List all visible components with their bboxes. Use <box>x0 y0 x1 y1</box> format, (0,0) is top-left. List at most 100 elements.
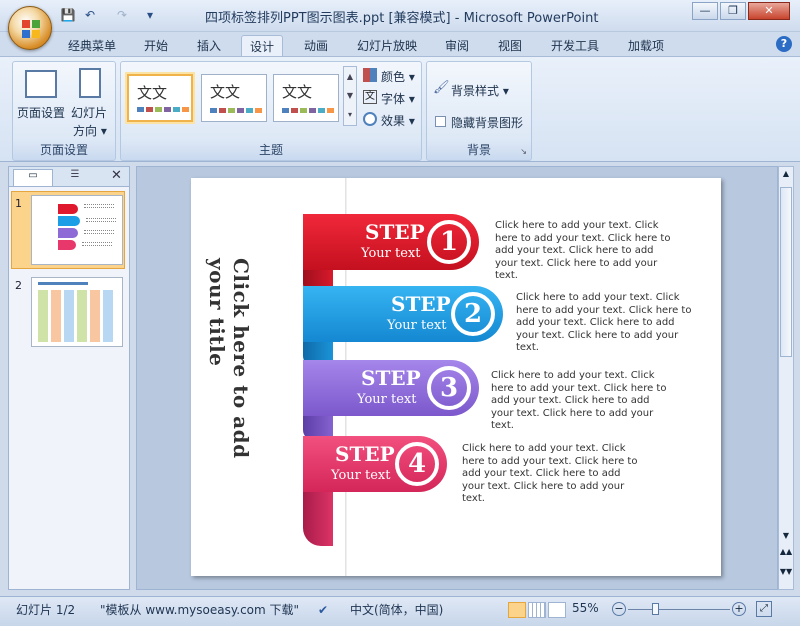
page-setup-button[interactable]: 页面设置 <box>17 104 65 121</box>
theme-color-bars <box>210 108 262 113</box>
tab-insert[interactable]: 插入 <box>189 35 229 56</box>
office-button[interactable] <box>8 6 52 50</box>
step-1-tab[interactable]: STEP Your text 1 <box>303 214 479 270</box>
fonts-icon: 文 <box>363 90 377 104</box>
zoom-slider-track[interactable] <box>628 609 730 610</box>
page-setup-group: 页面设置 幻灯片 方向 ▾ 页面设置 <box>12 61 116 161</box>
step-4-subtitle: Your text <box>331 468 391 483</box>
office-logo-icon <box>22 20 40 38</box>
theme-thumb-office[interactable]: 文文 <box>127 74 193 122</box>
slide-canvas[interactable]: Click here to add your title STEP Your t… <box>191 178 721 576</box>
redo-icon[interactable]: ↷ <box>114 7 130 23</box>
theme-thumb-label: 文文 <box>137 84 168 102</box>
minimize-button[interactable]: — <box>692 2 718 20</box>
theme-thumb-label: 文文 <box>282 83 313 101</box>
dialog-launcher-icon[interactable]: ↘ <box>520 147 527 156</box>
slide-counter: 幻灯片 1/2 <box>16 603 76 617</box>
step-2-label: STEP <box>391 292 451 316</box>
tab-slideshow[interactable]: 幻灯片放映 <box>349 35 425 56</box>
theme-colors-button[interactable]: 颜色 ▾ <box>381 68 415 85</box>
tab-developer[interactable]: 开发工具 <box>543 35 607 56</box>
zoom-slider-thumb[interactable] <box>652 603 659 615</box>
step-2-text[interactable]: Click here to add your text. Click here … <box>516 292 696 355</box>
page-setup-icon <box>25 70 57 98</box>
scroll-down-icon[interactable]: ▼ <box>779 529 793 543</box>
theme-fonts-button[interactable]: 字体 ▾ <box>381 90 415 107</box>
language-status[interactable]: 中文(简体，中国) <box>350 601 443 618</box>
status-bar: 幻灯片 1/2 "模板从 www.mysoeasy.com 下载" ✔ 中文(简… <box>0 596 800 626</box>
zoom-out-icon[interactable]: − <box>612 602 626 616</box>
normal-view-icon[interactable] <box>508 602 526 618</box>
page-setup-group-label: 页面设置 <box>39 143 88 157</box>
theme-gallery-scroll[interactable]: ▲ ▼ ▾ <box>343 66 357 126</box>
step-3-number-badge: 3 <box>427 366 471 410</box>
restore-button[interactable]: ❐ <box>720 2 746 20</box>
hide-background-label: 隐藏背景图形 <box>451 116 524 130</box>
pane-tabs: ▭ ☰ ✕ <box>9 167 129 187</box>
theme-thumb-2[interactable]: 文文 <box>201 74 267 122</box>
tab-classic-menu[interactable]: 经典菜单 <box>60 35 124 56</box>
step-2-tab[interactable]: STEP Your text 2 <box>303 286 503 342</box>
slide-number-2: 2 <box>15 279 22 292</box>
tab-view[interactable]: 视图 <box>490 35 530 56</box>
effects-icon <box>363 112 377 126</box>
ribbon-tab-bar: 经典菜单 开始 插入 设计 动画 幻灯片放映 审阅 视图 开发工具 加载项 <box>0 32 800 56</box>
tab-addins[interactable]: 加载项 <box>620 35 672 56</box>
slideshow-icon[interactable] <box>548 602 566 618</box>
close-pane-icon[interactable]: ✕ <box>111 168 122 183</box>
theme-color-bars <box>282 108 334 113</box>
customize-quick-access-icon[interactable]: ▾ <box>142 7 158 23</box>
window-title: 四项标签排列PPT图示图表.ppt [兼容模式] - Microsoft Pow… <box>205 11 599 26</box>
step-2-number-badge: 2 <box>451 292 495 336</box>
background-styles-button[interactable]: 背景样式 ▾ <box>451 82 509 99</box>
slides-pane: ▭ ☰ ✕ 1 2 <box>8 166 130 590</box>
outline-tab-icon[interactable]: ☰ <box>55 169 95 186</box>
scroll-thumb[interactable] <box>780 187 792 357</box>
slide-thumb-1[interactable] <box>31 195 123 265</box>
slide-thumb-2[interactable] <box>31 277 123 347</box>
slide-orientation-icon <box>79 68 101 98</box>
theme-effects-button[interactable]: 效果 ▾ <box>381 112 415 129</box>
themes-group-label: 主题 <box>258 143 283 157</box>
slide-orientation-button[interactable]: 幻灯片 <box>71 104 107 121</box>
slide-number-1: 1 <box>15 197 22 210</box>
step-3-text[interactable]: Click here to add your text. Click here … <box>491 370 671 433</box>
close-button[interactable]: ✕ <box>748 2 790 20</box>
step-4-text[interactable]: Click here to add your text. Click here … <box>462 443 642 506</box>
step-4-label: STEP <box>335 442 395 466</box>
step-1-label: STEP <box>365 220 425 244</box>
tab-animation[interactable]: 动画 <box>296 35 336 56</box>
save-icon[interactable]: 💾 <box>60 7 76 23</box>
ribbon: 页面设置 幻灯片 方向 ▾ 页面设置 文文 文文 文文 ▲ ▼ ▾ 颜色 ▾ 文 字… <box>0 56 800 162</box>
scroll-up-icon[interactable]: ▲ <box>779 167 793 181</box>
title-bar: 💾 ↶ ↷ ▾ 四项标签排列PPT图示图表.ppt [兼容模式] - Micro… <box>0 0 800 32</box>
zoom-level[interactable]: 55% <box>572 601 599 615</box>
undo-icon[interactable]: ↶ <box>82 7 98 23</box>
theme-thumb-3[interactable]: 文文 <box>273 74 339 122</box>
hide-background-checkbox[interactable] <box>435 116 446 127</box>
background-group-label: 背景 <box>466 143 491 157</box>
step-3-tab[interactable]: STEP Your text 3 <box>303 360 479 416</box>
step-1-number-badge: 1 <box>427 220 471 264</box>
slide-sorter-icon[interactable] <box>528 602 546 618</box>
step-4-number-badge: 4 <box>395 442 439 486</box>
spellcheck-icon[interactable]: ✔ <box>318 603 328 617</box>
vertical-scrollbar[interactable]: ▲ ▼ ▲▲ ▼▼ <box>778 166 794 590</box>
zoom-in-icon[interactable]: + <box>732 602 746 616</box>
tab-design[interactable]: 设计 <box>241 35 284 56</box>
step-3-subtitle: Your text <box>357 392 417 407</box>
step-1-text[interactable]: Click here to add your text. Click here … <box>495 220 675 283</box>
step-2-subtitle: Your text <box>387 318 447 333</box>
colors-icon <box>363 68 377 82</box>
previous-slide-icon[interactable]: ▲▲ <box>779 547 793 561</box>
slides-tab-icon[interactable]: ▭ <box>13 169 53 186</box>
help-icon[interactable]: ? <box>776 36 792 52</box>
tab-home[interactable]: 开始 <box>136 35 176 56</box>
themes-group: 文文 文文 文文 ▲ ▼ ▾ 颜色 ▾ 文 字体 ▾ 效果 ▾ 主题 <box>120 61 422 161</box>
tab-review[interactable]: 审阅 <box>437 35 477 56</box>
step-4-tab[interactable]: STEP Your text 4 <box>303 436 447 492</box>
fit-to-window-icon[interactable]: ⤢ <box>756 601 772 617</box>
slide-title-placeholder[interactable]: Click here to add your title <box>205 258 253 508</box>
background-styles-icon: 🖌 <box>433 80 450 95</box>
next-slide-icon[interactable]: ▼▼ <box>779 567 793 581</box>
